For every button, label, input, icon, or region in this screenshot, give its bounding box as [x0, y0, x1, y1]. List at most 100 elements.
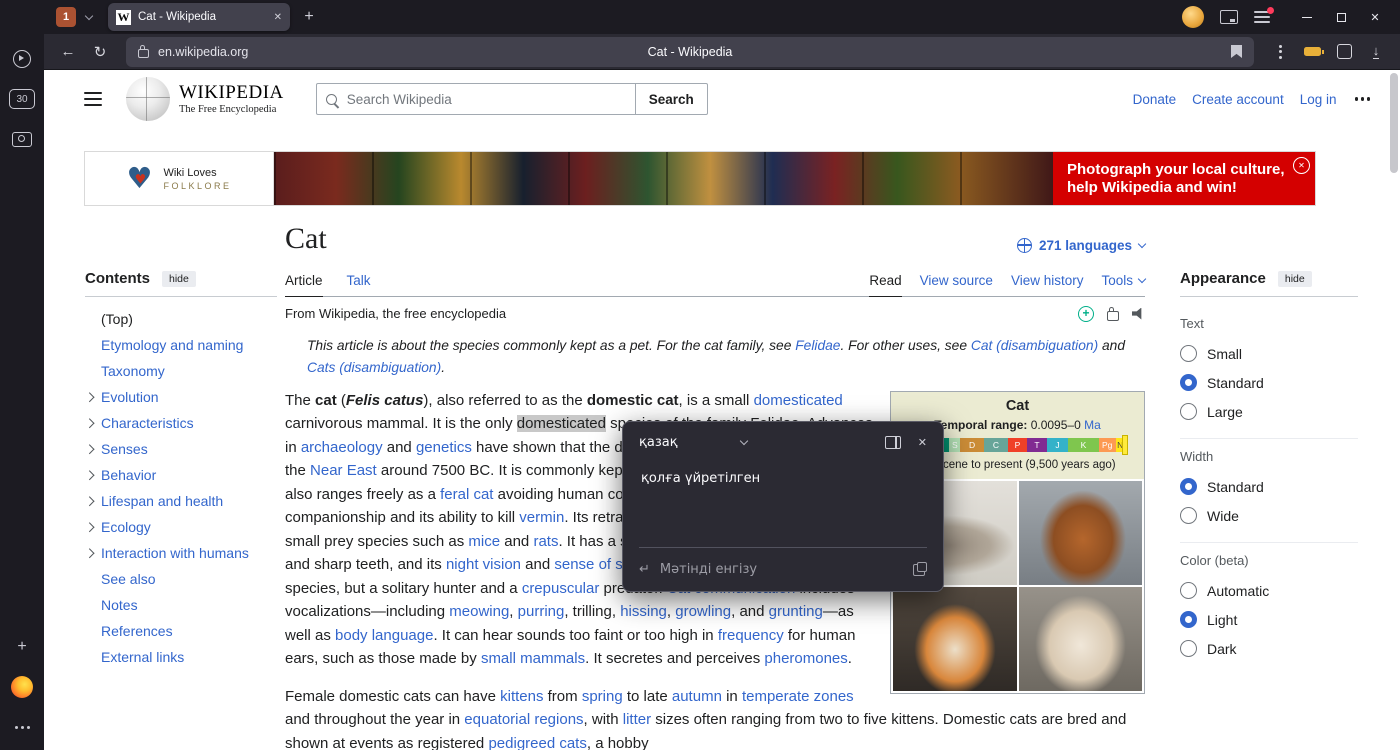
overflow-menu-icon[interactable]: [1266, 38, 1294, 66]
expand-chevron-icon[interactable]: [85, 471, 94, 480]
profile-avatar[interactable]: [1182, 6, 1204, 28]
ma-link[interactable]: Ma: [1084, 418, 1101, 432]
wiki-link[interactable]: domesticated: [754, 392, 843, 409]
wiki-link[interactable]: Cat (disambiguation): [971, 338, 1098, 353]
header-link[interactable]: Create account: [1192, 92, 1284, 107]
wiki-link[interactable]: pedigreed cats: [488, 735, 586, 750]
contents-link[interactable]: Characteristics: [101, 415, 194, 431]
search-button[interactable]: Search: [636, 83, 708, 115]
contents-link[interactable]: Lifespan and health: [101, 493, 223, 509]
contents-link[interactable]: Evolution: [101, 389, 159, 405]
menu-notification-icon[interactable]: [1254, 11, 1270, 23]
window-close-button[interactable]: ✕: [1358, 2, 1392, 32]
wiki-link[interactable]: kittens: [500, 688, 543, 705]
radio-option[interactable]: Light: [1180, 605, 1358, 634]
wiki-link[interactable]: rats: [533, 533, 558, 550]
folklore-banner[interactable]: ♥ ♥ Wiki Loves FOLKLORE Photograph your …: [85, 152, 1315, 205]
radio-option[interactable]: Dark: [1180, 634, 1358, 663]
wiki-link[interactable]: mice: [468, 533, 500, 550]
url-bar[interactable]: en.wikipedia.org Cat - Wikipedia: [126, 37, 1254, 67]
wiki-link[interactable]: pheromones: [764, 650, 847, 667]
wiki-link[interactable]: purring: [518, 603, 565, 620]
sidebar-more-icon[interactable]: [7, 712, 37, 742]
radio-button[interactable]: [1180, 582, 1197, 599]
appearance-hide-button[interactable]: hide: [1278, 271, 1312, 287]
radio-button[interactable]: [1180, 507, 1197, 524]
page-tab[interactable]: Talk: [347, 267, 371, 296]
wiki-link[interactable]: temperate zones: [742, 688, 854, 705]
expand-chevron-icon[interactable]: [85, 549, 94, 558]
contents-link[interactable]: Behavior: [101, 467, 156, 483]
tab-counter-badge[interactable]: 30: [7, 84, 37, 114]
wiki-link[interactable]: crepuscular: [522, 580, 600, 597]
radio-button[interactable]: [1180, 345, 1197, 362]
banner-message-area[interactable]: Photograph your local culture, help Wiki…: [1053, 152, 1315, 205]
target-language-select[interactable]: қазақ: [639, 435, 747, 450]
tab-group-chevron-icon[interactable]: [85, 12, 93, 20]
radio-option[interactable]: Wide: [1180, 501, 1358, 530]
contents-link[interactable]: Notes: [101, 597, 138, 613]
page-scrollbar-thumb[interactable]: [1390, 73, 1398, 173]
wiki-link[interactable]: growling: [675, 603, 731, 620]
bookmark-icon[interactable]: [1231, 45, 1242, 58]
popup-close-icon[interactable]: ✕: [918, 436, 927, 449]
view-tab[interactable]: Read: [869, 267, 901, 297]
contents-link[interactable]: External links: [101, 649, 184, 665]
wiki-link[interactable]: frequency: [718, 627, 784, 644]
contents-link[interactable]: References: [101, 623, 173, 639]
expand-chevron-icon[interactable]: [85, 393, 94, 402]
radio-button[interactable]: [1180, 611, 1197, 628]
downloads-button[interactable]: ↓: [1362, 38, 1390, 66]
sidebar-add-icon[interactable]: +: [7, 632, 37, 662]
header-link[interactable]: Log in: [1300, 92, 1337, 107]
wiki-link[interactable]: hissing: [620, 603, 667, 620]
radio-button[interactable]: [1180, 640, 1197, 657]
contents-link[interactable]: Senses: [101, 441, 148, 457]
contents-link[interactable]: See also: [101, 571, 155, 587]
contents-link[interactable]: Taxonomy: [101, 363, 165, 379]
languages-button[interactable]: 271 languages: [1017, 238, 1145, 257]
window-maximize-button[interactable]: [1324, 2, 1358, 32]
radio-option[interactable]: Standard: [1180, 472, 1358, 501]
expand-chevron-icon[interactable]: [85, 497, 94, 506]
radio-option[interactable]: Standard: [1180, 368, 1358, 397]
screen-capture-icon[interactable]: [7, 124, 37, 154]
back-button[interactable]: ←: [54, 38, 82, 66]
header-more-icon[interactable]: [1355, 97, 1371, 101]
wiki-link[interactable]: Felidae: [795, 338, 840, 353]
search-box[interactable]: [316, 83, 636, 115]
expand-chevron-icon[interactable]: [85, 523, 94, 532]
listen-icon[interactable]: [1132, 308, 1145, 320]
header-link[interactable]: Donate: [1133, 92, 1177, 107]
main-menu-icon[interactable]: [84, 92, 102, 106]
wiki-link[interactable]: spring: [582, 688, 623, 705]
reload-button[interactable]: ↻: [86, 38, 114, 66]
active-tab[interactable]: W Cat - Wikipedia ✕: [108, 3, 290, 31]
view-tab[interactable]: View source: [920, 267, 993, 296]
wiki-link[interactable]: body language: [335, 627, 433, 644]
wiki-link[interactable]: equatorial regions: [464, 711, 583, 728]
cat-photo[interactable]: [1019, 587, 1143, 691]
cat-photo[interactable]: [893, 587, 1017, 691]
wiki-link[interactable]: meowing: [449, 603, 509, 620]
wiki-link[interactable]: genetics: [416, 439, 472, 456]
view-tab[interactable]: Tools: [1101, 267, 1145, 296]
contents-link[interactable]: (Top): [101, 311, 133, 327]
page-tab[interactable]: Article: [285, 267, 323, 297]
screen-share-icon[interactable]: [1220, 10, 1238, 24]
new-tab-button[interactable]: +: [296, 4, 322, 30]
wiki-link[interactable]: litter: [623, 711, 651, 728]
window-minimize-button[interactable]: [1290, 2, 1324, 32]
contents-link[interactable]: Ecology: [101, 519, 151, 535]
radio-button[interactable]: [1180, 374, 1197, 391]
contents-link[interactable]: Etymology and naming: [101, 337, 243, 353]
banner-close-icon[interactable]: ✕: [1293, 157, 1310, 174]
firefox-logo[interactable]: [7, 672, 37, 702]
battery-icon[interactable]: [1298, 38, 1326, 66]
wiki-link[interactable]: autumn: [672, 688, 722, 705]
wiki-link[interactable]: night vision: [446, 556, 521, 573]
contents-hide-button[interactable]: hide: [162, 271, 196, 287]
expand-panel-icon[interactable]: [885, 436, 901, 449]
cat-photo[interactable]: [1019, 481, 1143, 585]
tab-overview-icon[interactable]: [1330, 38, 1358, 66]
